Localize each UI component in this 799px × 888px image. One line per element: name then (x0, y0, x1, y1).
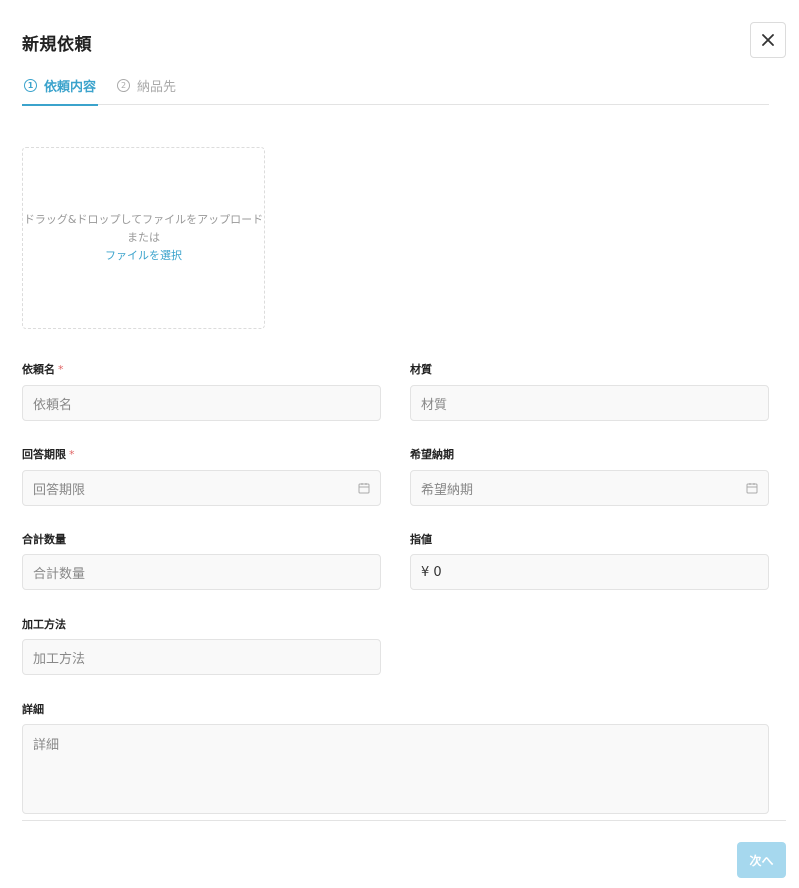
material-label: 材質 (410, 363, 432, 376)
required-mark: * (58, 363, 64, 376)
desired-delivery-label: 希望納期 (410, 448, 454, 461)
tab-label: 依頼内容 (44, 80, 97, 95)
target-price-label: 指値 (410, 533, 432, 546)
step-tabs: 1 依頼内容 2 納品先 (21, 76, 769, 106)
label-text: 回答期限 (22, 448, 66, 461)
file-dropzone[interactable]: ドラッグ&ドロップしてファイルをアップロード または ファイルを選択 (22, 147, 265, 329)
tab-delivery-destination[interactable]: 2 納品先 (117, 76, 176, 105)
details-label: 詳細 (22, 703, 44, 716)
dropzone-or: または (127, 231, 160, 244)
request-name-input[interactable]: 依頼名 (22, 385, 381, 421)
placeholder-text: 依頼名 (33, 397, 73, 413)
placeholder-text: 合計数量 (33, 566, 86, 582)
input-value: ¥ 0 (421, 564, 442, 580)
select-file-link[interactable]: ファイルを選択 (105, 247, 182, 265)
required-mark: * (69, 448, 75, 461)
page-title: 新規依頼 (22, 35, 92, 55)
step-number-badge: 1 (24, 79, 37, 92)
placeholder-text: 回答期限 (33, 482, 86, 498)
tab-request-details[interactable]: 1 依頼内容 (21, 76, 99, 106)
calendar-icon[interactable] (358, 482, 370, 494)
total-quantity-input[interactable]: 合計数量 (22, 554, 381, 590)
placeholder-text: 希望納期 (421, 482, 474, 498)
target-price-input[interactable]: ¥ 0 (410, 554, 769, 590)
step-number-badge: 2 (117, 79, 130, 92)
label-text: 依頼名 (22, 363, 55, 376)
material-input[interactable]: 材質 (410, 385, 769, 421)
placeholder-text: 材質 (421, 397, 448, 413)
footer-divider (22, 820, 786, 821)
placeholder-text: 加工方法 (33, 651, 86, 667)
processing-method-input[interactable]: 加工方法 (22, 639, 381, 675)
desired-delivery-input[interactable]: 希望納期 (410, 470, 769, 506)
dropzone-instruction: ドラッグ&ドロップしてファイルをアップロード (23, 213, 264, 226)
close-icon (762, 34, 774, 46)
close-button[interactable] (750, 22, 786, 58)
placeholder-text: 詳細 (33, 738, 60, 753)
tab-label: 納品先 (137, 80, 177, 95)
processing-method-label: 加工方法 (22, 618, 66, 631)
next-button[interactable]: 次へ (737, 842, 786, 878)
calendar-icon[interactable] (746, 482, 758, 494)
total-quantity-label: 合計数量 (22, 533, 66, 546)
details-textarea[interactable]: 詳細 (22, 724, 769, 814)
answer-deadline-input[interactable]: 回答期限 (22, 470, 381, 506)
answer-deadline-label: 回答期限 * (22, 446, 75, 462)
request-name-label: 依頼名 * (22, 361, 64, 377)
